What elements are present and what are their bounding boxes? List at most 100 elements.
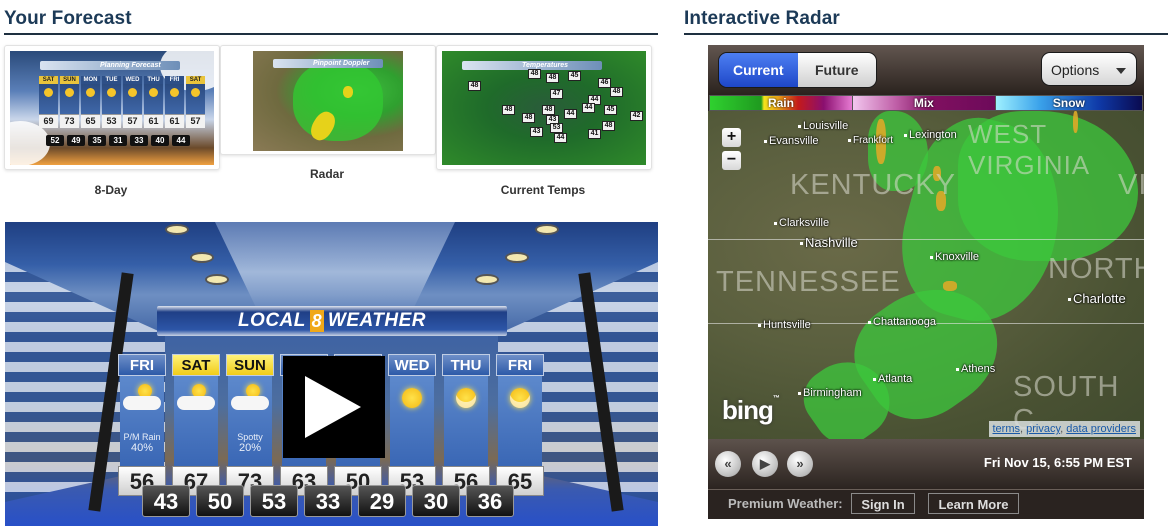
mini-forecast-day: WED 57 [123,76,142,128]
video-low-temp: 36 [466,485,514,517]
temperature-reading: 48 [468,81,481,91]
mini-high-temp: 61 [165,114,184,128]
radar-timestamp: Fri Nov 15, 6:55 PM EST [983,455,1132,470]
forecast-section-title: Your Forecast [4,8,132,29]
sun-icon [402,388,422,408]
radar-thumbnail-image: Pinpoint Doppler [253,51,403,151]
forecast-video-player[interactable]: LOCAL 8 WEATHER FRI P/M Rain 40% 56 SAT 67 SU… [5,222,658,526]
mini-high-temp: 57 [186,114,205,128]
mini-day-label: THU [144,76,163,84]
zoom-out-button[interactable]: − [722,151,741,170]
video-forecast-day: SUN Spotty 20% 73 [226,354,274,496]
hazy-sun-icon [510,388,530,408]
rain-cloud-icon [231,396,269,410]
rewind-icon: « [724,456,732,471]
fast-forward-icon: » [796,456,804,471]
mini-low-temp: 40 [151,135,169,146]
learn-more-button[interactable]: Learn More [928,493,1019,514]
channel-8-logo: 8 [309,309,324,332]
legend-snow: Snow [994,96,1142,110]
mini-low-temp: 31 [109,135,127,146]
terms-link[interactable]: terms [993,423,1021,435]
zoom-in-button[interactable]: + [722,128,741,147]
temperature-reading: 48 [528,69,541,79]
play-icon: ▶ [760,456,770,471]
state-label: Kentucky [790,169,956,201]
city-label: Athens [956,363,995,375]
precip-note: Spotty 20% [237,432,263,454]
play-button[interactable] [283,356,385,458]
video-forecast-day: THU 56 [442,354,490,496]
sign-in-button[interactable]: Sign In [851,493,915,514]
8-day-banner: Planning Forecast [40,61,180,70]
fast-forward-button[interactable]: » [787,451,813,477]
city-label: Frankfort [848,135,893,146]
video-forecast-day: SAT 67 [172,354,220,496]
temperature-reading: 44 [564,109,577,119]
video-low-temp: 50 [196,485,244,517]
sun-icon [170,88,179,97]
thumb-8-day[interactable]: Planning Forecast SAT 69 SUN 73 MON 65 TUE … [4,45,220,170]
mini-forecast-day: SAT 69 [39,76,58,128]
legend-mix: Mix [851,96,995,110]
future-button[interactable]: Future [797,53,876,87]
state-label: Tennessee [716,266,901,298]
sun-icon [149,88,158,97]
sun-icon [65,88,74,97]
video-forecast-day: WED 53 [388,354,436,496]
temperature-reading: 44 [554,133,567,143]
premium-weather-bar: Premium Weather: Sign In Learn More [708,489,1144,519]
thumb-current-temps[interactable]: Temperatures 48 48 48 45 46 47 48 48 44 48 48 43 44 4… [436,45,652,170]
temperature-reading: 44 [582,103,595,113]
current-button[interactable]: Current [719,53,798,87]
video-day-label: THU [442,354,490,376]
temperature-reading: 53 [550,123,563,133]
city-label: Lexington [904,129,957,141]
city-label: Charlotte [1068,291,1126,306]
sun-icon [191,88,200,97]
video-day-label: FRI [118,354,166,376]
video-low-temp: 33 [304,485,352,517]
thumb-label-current-temps[interactable]: Current Temps [438,183,648,197]
video-low-temp: 30 [412,485,460,517]
mini-day-label: TUE [102,76,121,84]
interactive-radar-widget: Current Future Options Rain Mix Snow Ken… [708,45,1144,519]
city-label: Nashville [800,235,858,250]
options-dropdown[interactable]: Options [1041,52,1137,86]
current-future-toggle: Current Future [718,52,877,88]
radar-map[interactable]: Kentucky West Virginia Tennessee North S… [708,111,1144,439]
temperature-reading: 41 [588,129,601,139]
temperature-reading: 48 [602,121,615,131]
map-attribution: terms, privacy, data providers [988,421,1140,437]
bing-logo: bing™ [722,395,780,425]
mini-low-temp: 35 [88,135,106,146]
video-day-label: SAT [172,354,220,376]
city-label: Clarksville [774,217,829,229]
data-providers-link[interactable]: data providers [1066,423,1136,435]
thumb-radar[interactable]: Pinpoint Doppler [220,45,436,155]
mini-low-temp: 49 [67,135,85,146]
city-label: Chattanooga [868,316,936,328]
mini-high-temp: 61 [144,114,163,128]
precip-note: P/M Rain 40% [123,432,161,454]
city-label: Louisville [798,120,848,132]
mini-forecast-day: TUE 53 [102,76,121,128]
temperature-reading: 48 [542,105,555,115]
8-day-forecast-image: Planning Forecast SAT 69 SUN 73 MON 65 TUE … [10,51,214,165]
thumb-label-radar[interactable]: Radar [222,167,432,181]
mini-high-temp: 65 [81,114,100,128]
state-label: Vi [1118,169,1144,201]
local-8-weather-banner: LOCAL 8 WEATHER [157,306,507,336]
mini-high-temp: 57 [123,114,142,128]
play-icon [305,376,361,438]
video-low-temp: 29 [358,485,406,517]
play-animation-button[interactable]: ▶ [752,451,778,477]
sun-icon [44,88,53,97]
rain-cloud-icon [123,396,161,410]
thumb-label-8-day[interactable]: 8-Day [6,183,216,197]
rewind-button[interactable]: « [715,451,741,477]
playback-controls: « ▶ » Fri Nov 15, 6:55 PM EST [708,439,1144,489]
radar-toolbar: Current Future Options [708,45,1144,95]
temperature-reading: 48 [522,113,535,123]
privacy-link[interactable]: privacy [1026,423,1060,435]
